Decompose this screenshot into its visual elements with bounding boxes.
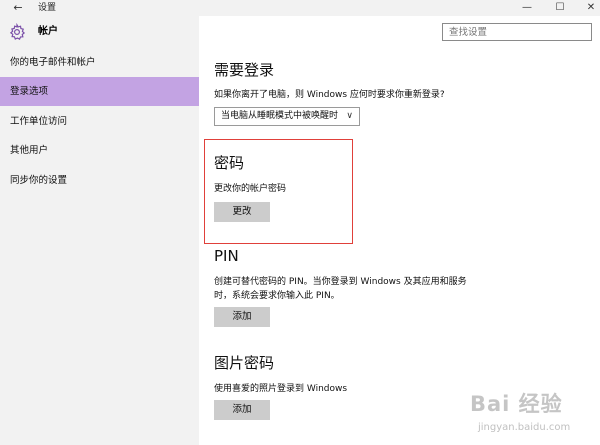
close-button[interactable]: ✕	[582, 1, 600, 15]
watermark-url: jingyan.baidu.com	[478, 422, 571, 433]
sidebar-item-email-accounts[interactable]: 你的电子邮件和帐户	[0, 48, 199, 77]
signin-section-title: 需要登录	[214, 61, 275, 79]
change-password-button[interactable]: 更改	[214, 202, 270, 222]
pin-section-title: PIN	[214, 247, 239, 265]
maximize-button[interactable]: ☐	[551, 1, 569, 15]
sidebar-item-other-users[interactable]: 其他用户	[0, 136, 199, 165]
watermark-logo: Bai 经验	[470, 392, 563, 416]
password-section-title: 密码	[214, 154, 245, 172]
password-description: 更改你的帐户密码	[214, 184, 287, 194]
chevron-down-icon: ∨	[346, 111, 353, 121]
sidebar-item-work-access[interactable]: 工作单位访问	[0, 107, 199, 136]
sidebar-item-signin-options[interactable]: 登录选项	[0, 77, 199, 106]
picture-password-section-title: 图片密码	[214, 354, 275, 372]
watermark: Bai 经验 jingyan.baidu.com	[470, 388, 598, 443]
search-input[interactable]	[442, 23, 592, 41]
signin-dropdown-value: 当电脑从睡眠模式中被唤醒时	[221, 111, 339, 121]
add-picture-password-button[interactable]: 添加	[214, 400, 270, 420]
signin-description: 如果你离开了电脑，则 Windows 应何时要求你重新登录?	[214, 90, 445, 100]
sidebar: 帐户 你的电子邮件和帐户 登录选项 工作单位访问 其他用户 同步你的设置	[0, 16, 199, 445]
pin-description-line1: 创建可替代密码的 PIN。当你登录到 Windows 及其应用和服务	[214, 277, 467, 287]
sidebar-title: 帐户	[38, 26, 58, 37]
add-pin-button[interactable]: 添加	[214, 307, 270, 327]
sidebar-item-sync-settings[interactable]: 同步你的设置	[0, 166, 199, 195]
sidebar-header: 帐户	[0, 16, 199, 48]
pin-description-line2: 时，系统会要求你输入此 PIN。	[214, 291, 340, 301]
back-button[interactable]: ←	[8, 1, 28, 15]
title-bar: ← 设置 — ☐ ✕	[0, 0, 600, 16]
gear-icon	[9, 23, 26, 40]
minimize-button[interactable]: —	[518, 1, 536, 15]
window-title: 设置	[38, 3, 57, 13]
main-content: 需要登录 如果你离开了电脑，则 Windows 应何时要求你重新登录? 当电脑从…	[199, 16, 600, 445]
picture-password-description: 使用喜爱的照片登录到 Windows	[214, 384, 348, 394]
signin-dropdown[interactable]: 当电脑从睡眠模式中被唤醒时 ∨	[214, 107, 360, 126]
